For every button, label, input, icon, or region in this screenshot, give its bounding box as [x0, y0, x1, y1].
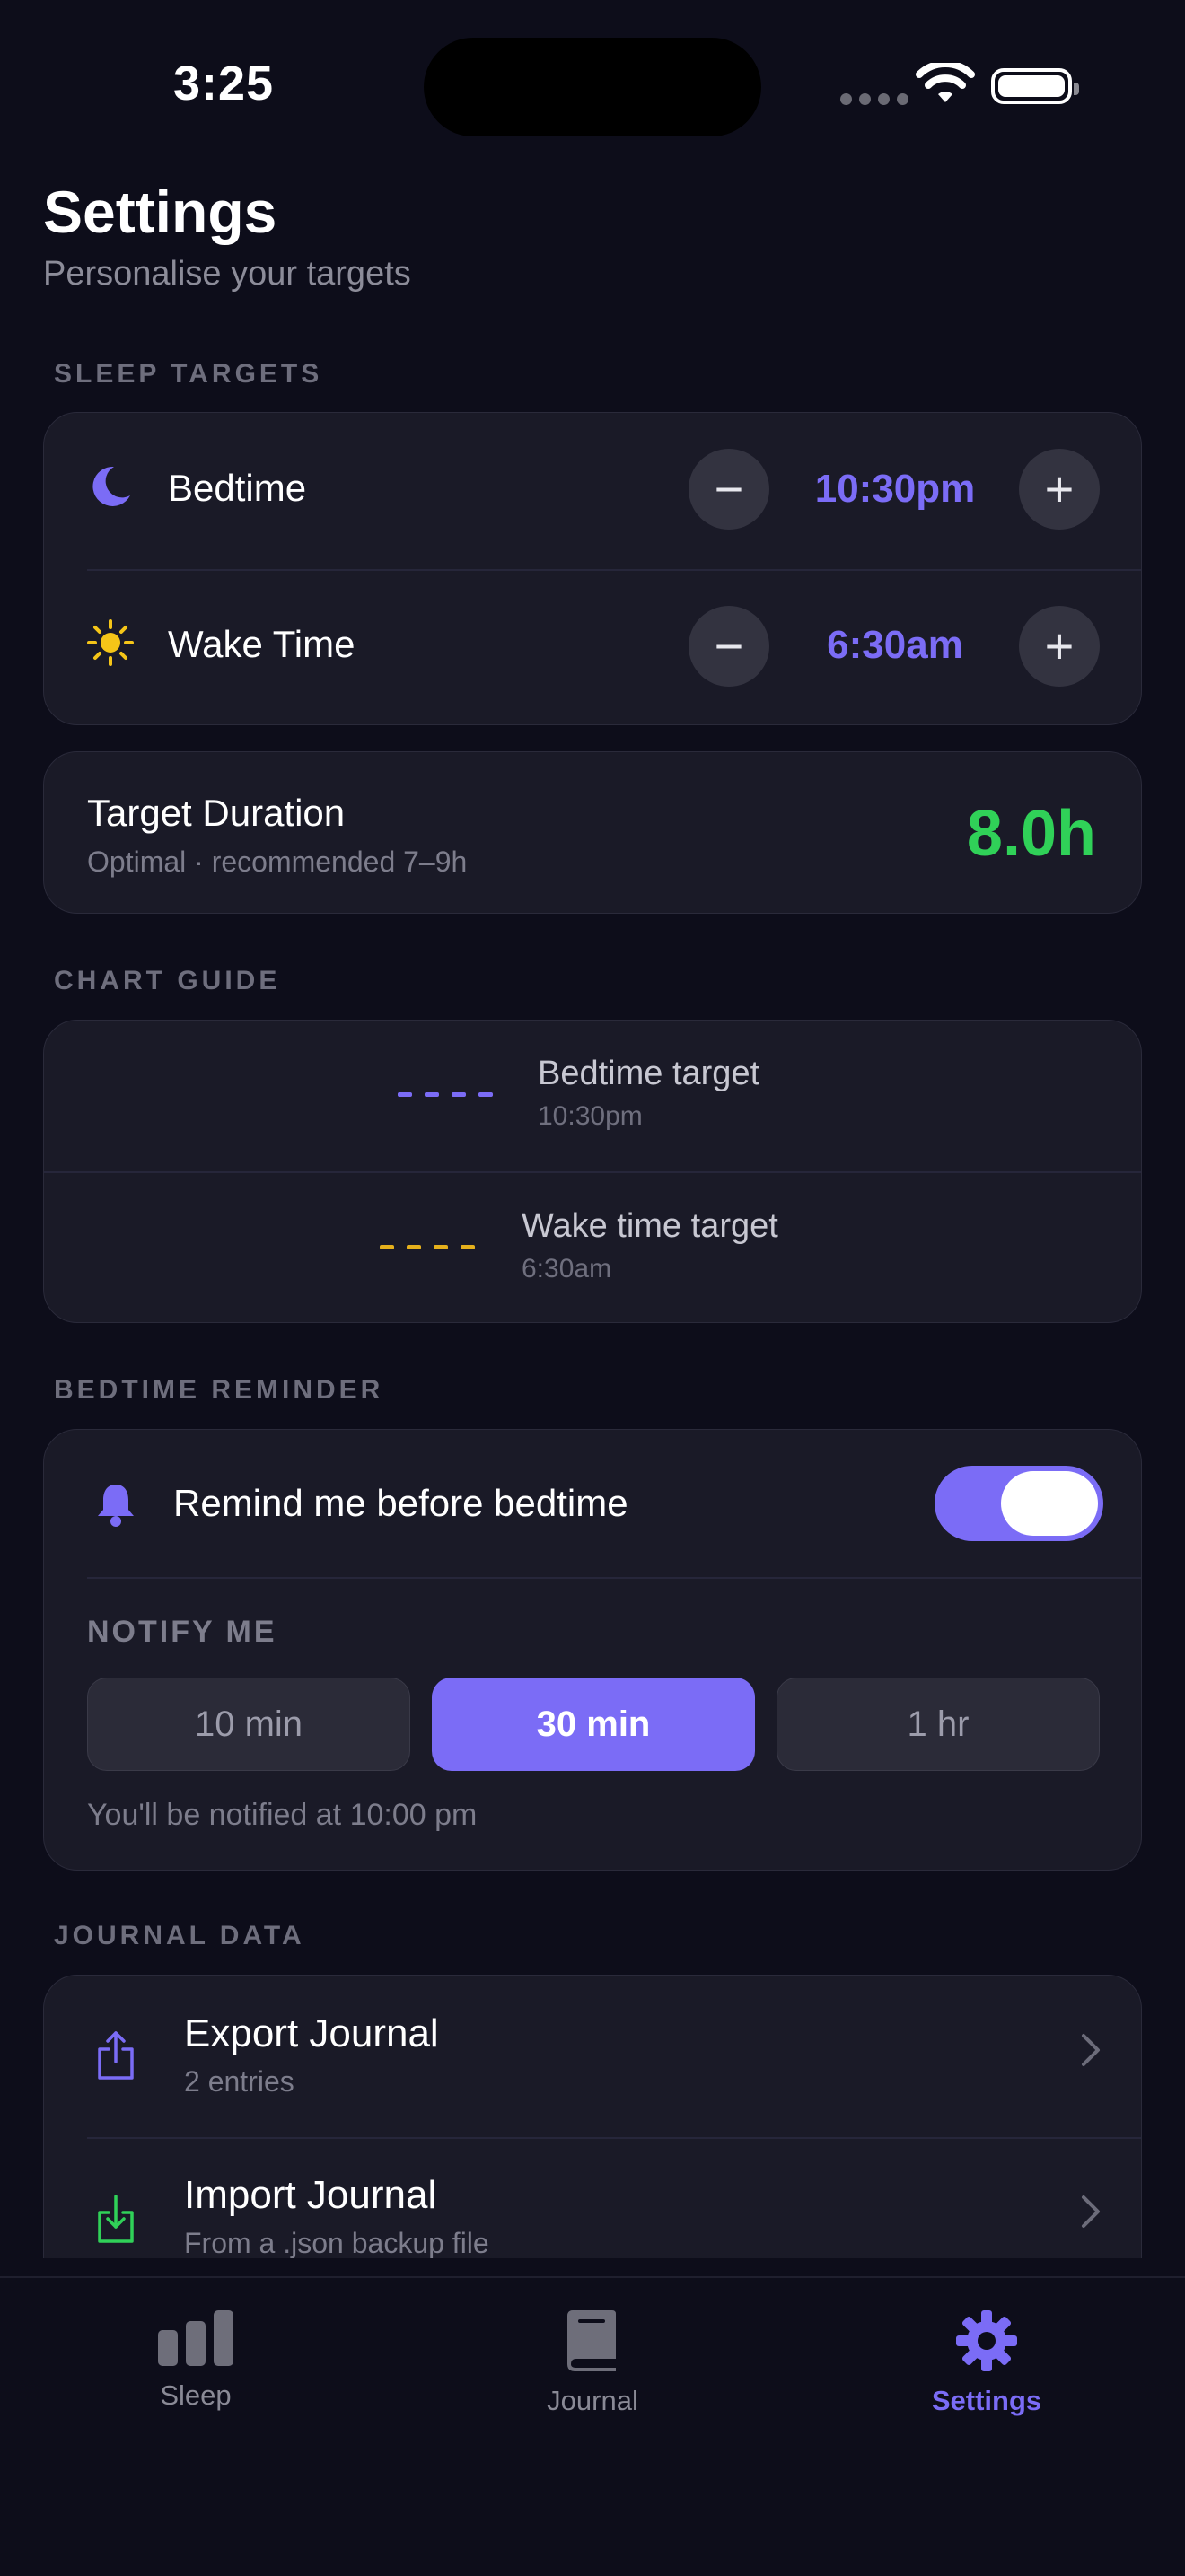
section-header-journal-data: JOURNAL DATA: [54, 1921, 305, 1950]
wake-time-label: Wake Time: [168, 623, 356, 665]
bedtime-target-time: 10:30pm: [538, 1101, 643, 1131]
tab-journal[interactable]: Journal: [485, 2310, 700, 2417]
bedtime-value: 10:30pm: [814, 467, 976, 511]
section-header-chart-guide: CHART GUIDE: [54, 966, 281, 995]
tab-journal-label: Journal: [547, 2385, 638, 2416]
target-duration-value: 8.0h: [966, 798, 1096, 870]
import-journal-row[interactable]: Import Journal From a .json backup file: [44, 2139, 1142, 2258]
notify-option-30-min[interactable]: 30 min: [432, 1678, 755, 1771]
import-journal-title: Import Journal: [184, 2173, 437, 2217]
page-subtitle: Personalise your targets: [43, 255, 411, 293]
export-journal-title: Export Journal: [184, 2011, 439, 2055]
bell-icon: [96, 1482, 136, 1531]
tab-bar: Sleep Journal Settings: [0, 2276, 1185, 2576]
minus-icon: −: [714, 618, 744, 674]
export-journal-subtitle: 2 entries: [184, 2065, 294, 2098]
notify-note: You'll be notified at 10:00 pm: [87, 1798, 478, 1832]
bedtime-increment-button[interactable]: +: [1019, 449, 1100, 530]
minus-icon: −: [714, 460, 744, 517]
bedtime-label: Bedtime: [168, 467, 307, 509]
notify-option-1-hr[interactable]: 1 hr: [777, 1678, 1100, 1771]
reminder-toggle[interactable]: [935, 1466, 1103, 1541]
divider: [87, 1577, 1141, 1579]
plus-icon: +: [1044, 618, 1075, 674]
wake-target-time: 6:30am: [522, 1254, 612, 1284]
target-duration-subtitle: Optimal · recommended 7–9h: [87, 846, 468, 878]
import-journal-subtitle: From a .json backup file: [184, 2227, 489, 2258]
wake-target-line-swatch: [380, 1245, 475, 1249]
target-duration-card: Target Duration Optimal · recommended 7–…: [43, 751, 1142, 914]
chevron-right-icon: [1080, 2029, 1102, 2078]
wake-time-increment-button[interactable]: +: [1019, 606, 1100, 687]
chevron-right-icon: [1080, 2191, 1102, 2239]
sleep-targets-card: Bedtime − 10:30pm + Wake Time − 6:30am +: [43, 412, 1142, 725]
tab-sleep[interactable]: Sleep: [88, 2310, 303, 2412]
bedtime-target-label: Bedtime target: [538, 1055, 760, 1092]
battery-icon: [991, 68, 1079, 104]
page-title: Settings: [43, 179, 277, 245]
wake-time-decrement-button[interactable]: −: [689, 606, 769, 687]
export-icon: [96, 2029, 136, 2086]
journal-data-card: Export Journal 2 entries Import Journal …: [43, 1975, 1142, 2258]
bedtime-reminder-card: Remind me before bedtime NOTIFY ME 10 mi…: [43, 1429, 1142, 1871]
moon-icon: [87, 463, 134, 514]
cellular-signal-icon: [840, 93, 908, 105]
import-icon: [96, 2193, 136, 2249]
chart-guide-card: Bedtime target 10:30pm Wake time target …: [43, 1020, 1142, 1323]
toggle-knob: [1001, 1471, 1098, 1536]
bar-chart-icon: [158, 2310, 233, 2370]
tab-settings-label: Settings: [931, 2385, 1042, 2416]
divider: [44, 1171, 1141, 1173]
dynamic-island: [424, 38, 761, 136]
export-journal-row[interactable]: Export Journal 2 entries: [44, 1976, 1142, 2137]
bedtime-target-line-swatch: [398, 1092, 493, 1097]
bedtime-decrement-button[interactable]: −: [689, 449, 769, 530]
plus-icon: +: [1044, 460, 1075, 517]
target-duration-title: Target Duration: [87, 792, 346, 834]
gear-icon: [956, 2310, 1017, 2376]
sun-icon: [87, 619, 134, 670]
wake-target-label: Wake time target: [522, 1207, 778, 1245]
reminder-label: Remind me before bedtime: [173, 1482, 628, 1524]
tab-settings[interactable]: Settings: [879, 2310, 1094, 2417]
wake-time-value: 6:30am: [827, 623, 963, 667]
notify-me-label: NOTIFY ME: [87, 1615, 277, 1649]
wifi-icon: [916, 60, 975, 110]
divider: [87, 569, 1141, 571]
book-icon: [566, 2310, 619, 2376]
journal-card-viewport: Export Journal 2 entries Import Journal …: [43, 1975, 1142, 2258]
section-header-bedtime-reminder: BEDTIME REMINDER: [54, 1375, 384, 1405]
section-header-sleep-targets: SLEEP TARGETS: [54, 359, 323, 389]
tab-sleep-label: Sleep: [160, 2379, 232, 2411]
status-time: 3:25: [173, 57, 275, 110]
notify-option-10-min[interactable]: 10 min: [87, 1678, 410, 1771]
